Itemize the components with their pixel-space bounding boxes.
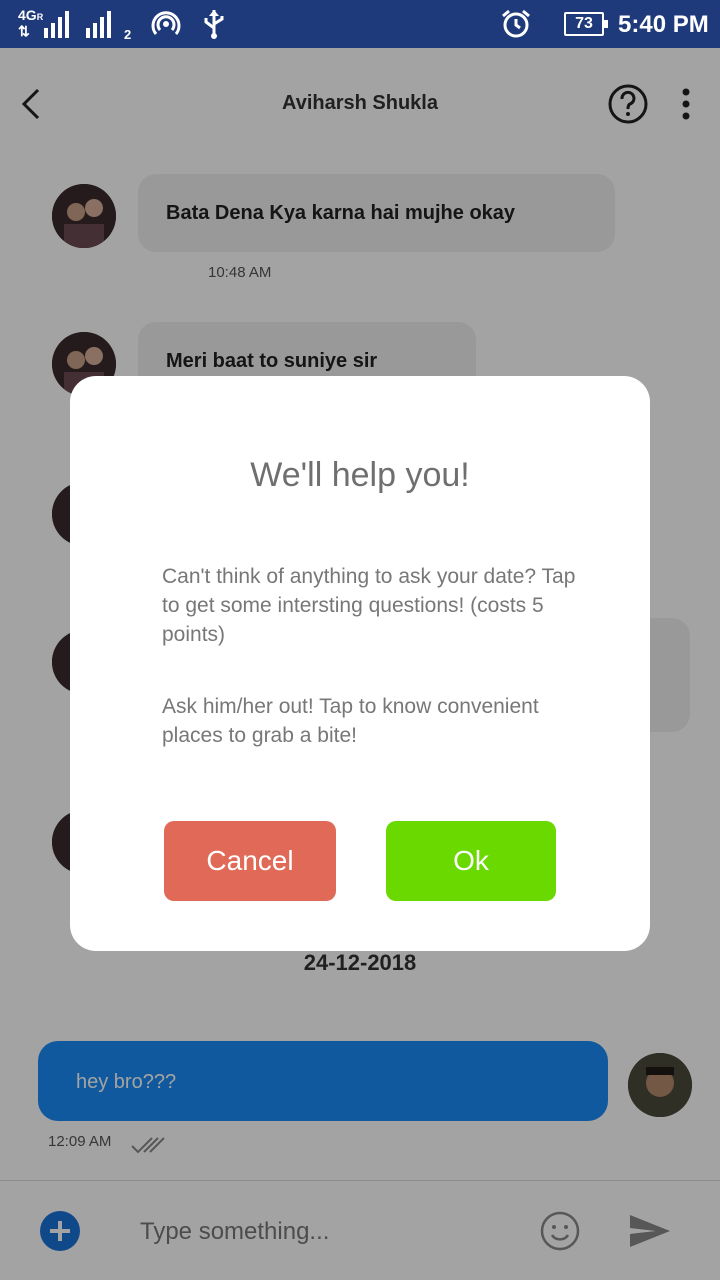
hotspot-icon — [151, 11, 181, 35]
alarm-icon — [502, 9, 530, 38]
sim2-label: 2 — [124, 27, 132, 42]
clock: 5:40 PM — [618, 11, 709, 38]
roaming-indicator: R — [36, 12, 44, 22]
network-indicator: 4GR ⇅ — [18, 8, 43, 38]
usb-icon — [204, 10, 224, 39]
places-option[interactable]: Ask him/her out! Tap to know convenient … — [162, 692, 582, 750]
battery-indicator: 73 — [564, 12, 608, 36]
network-type: 4G — [18, 7, 37, 23]
cancel-button[interactable]: Cancel — [164, 821, 336, 901]
data-arrows-icon: ⇅ — [18, 23, 30, 39]
signal-sim1-icon — [44, 10, 69, 38]
signal-sim2-icon — [86, 10, 111, 38]
dialog-title: We'll help you! — [250, 456, 470, 494]
questions-option[interactable]: Can't think of anything to ask your date… — [162, 562, 582, 649]
help-dialog: We'll help you! Can't think of anything … — [70, 376, 650, 951]
ok-button[interactable]: Ok — [386, 821, 556, 901]
status-bar: 4GR ⇅ 2 73 5:40 PM — [0, 0, 720, 48]
